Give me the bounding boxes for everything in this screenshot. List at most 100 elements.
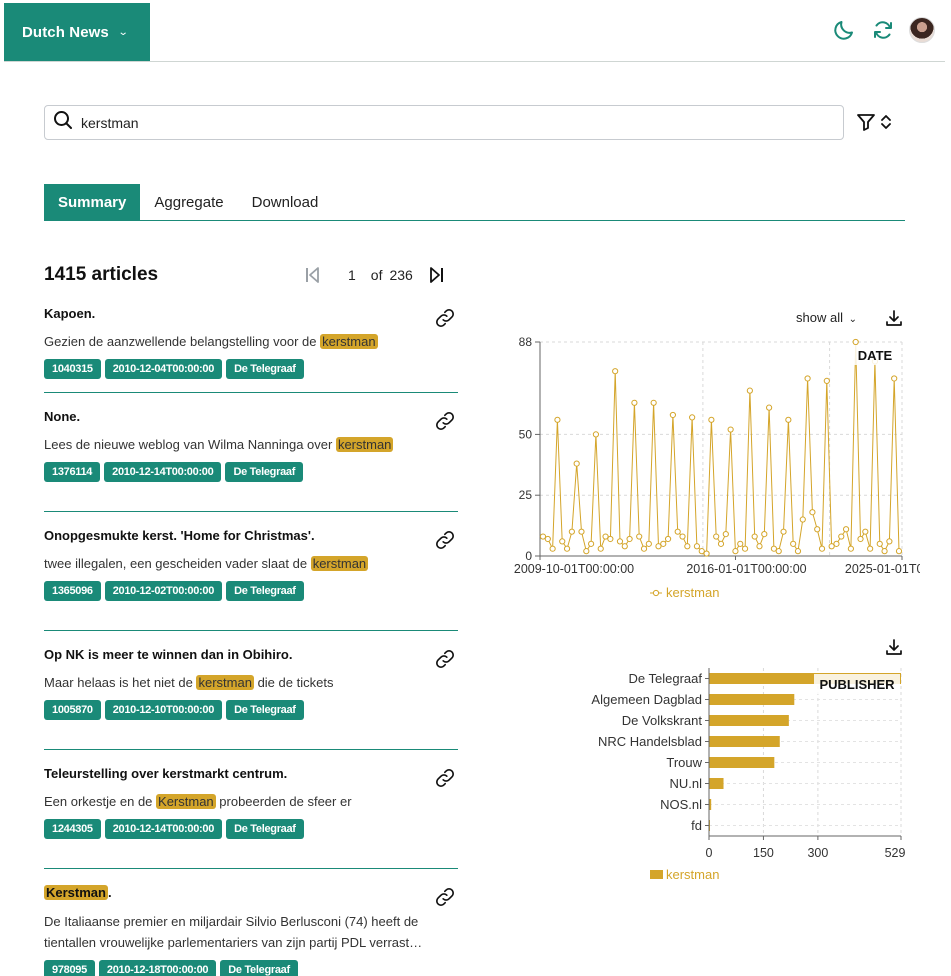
- data-point: [621, 543, 628, 550]
- tab-summary[interactable]: Summary: [44, 184, 141, 220]
- article-id-badge[interactable]: 1040315: [44, 359, 101, 379]
- data-point: [818, 545, 826, 552]
- data-point: [842, 526, 850, 533]
- data-point: [895, 548, 903, 555]
- data-point: [867, 545, 874, 552]
- data-point: [761, 531, 768, 538]
- x-tick-label: 0: [706, 846, 713, 860]
- data-point: [693, 543, 701, 550]
- article-id-badge[interactable]: 1244305: [44, 819, 101, 839]
- avatar[interactable]: [909, 17, 935, 43]
- article-date-badge[interactable]: 2010-12-14T00:00:00: [104, 462, 222, 482]
- bar: [709, 715, 789, 726]
- snippet-text: die de tickets: [253, 675, 334, 690]
- article-id-badge[interactable]: 1005870: [44, 700, 101, 720]
- link-icon[interactable]: [434, 410, 456, 437]
- article-tags: 1376114 2010-12-14T00:00:00 De Telegraaf: [44, 462, 458, 482]
- sort-icon[interactable]: [880, 112, 892, 137]
- refresh-icon[interactable]: [870, 17, 896, 43]
- snippet-text: Lees de nieuwe weblog van Wilma Nanninga…: [44, 437, 336, 452]
- data-point: [660, 540, 667, 547]
- data-point: [578, 528, 585, 535]
- article-date-badge[interactable]: 2010-12-14T00:00:00: [104, 819, 223, 839]
- article-publisher-badge[interactable]: De Telegraaf: [225, 462, 304, 482]
- search-bar: [44, 105, 844, 140]
- list-item[interactable]: Teleurstelling over kerstmarkt centrum. E…: [44, 765, 458, 869]
- x-tick-label: 300: [807, 846, 828, 860]
- article-title[interactable]: Op NK is meer te winnen dan in Obihiro.: [44, 646, 458, 664]
- article-date-badge[interactable]: 2010-12-10T00:00:00: [104, 700, 223, 720]
- list-item[interactable]: None. Lees de nieuwe weblog van Wilma Nan…: [44, 408, 458, 512]
- data-point: [549, 545, 556, 552]
- list-item[interactable]: Kerstman. De Italiaanse premier en miljar…: [44, 884, 458, 976]
- article-id-badge[interactable]: 978095: [44, 960, 95, 976]
- link-icon[interactable]: [434, 307, 456, 334]
- article-publisher-badge[interactable]: De Telegraaf: [226, 819, 304, 839]
- show-all-dropdown[interactable]: show all ⌄: [796, 310, 857, 325]
- search-input[interactable]: [81, 114, 781, 131]
- article-publisher-badge[interactable]: De Telegraaf: [226, 359, 304, 379]
- snippet-text: De Italiaanse premier en miljardair Silv…: [44, 914, 423, 950]
- title-text: .: [107, 885, 112, 900]
- tab-download[interactable]: Download: [238, 184, 333, 220]
- link-icon[interactable]: [434, 767, 456, 794]
- data-point: [679, 533, 686, 540]
- article-id-badge[interactable]: 1365096: [44, 581, 101, 601]
- dataset-selector-label: Dutch News: [22, 23, 109, 41]
- article-publisher-badge[interactable]: De Telegraaf: [220, 960, 298, 976]
- legend-label: kerstman: [666, 867, 719, 882]
- snippet-text: Gezien de aanzwellende belangstelling vo…: [44, 334, 321, 349]
- list-item[interactable]: Onopgesmukte kerst. 'Home for Christmas'…: [44, 527, 458, 631]
- view-tabs: Summary Aggregate Download: [44, 184, 905, 221]
- article-publisher-badge[interactable]: De Telegraaf: [226, 700, 304, 720]
- data-point: [631, 399, 638, 406]
- data-point: [650, 399, 657, 406]
- article-id-badge[interactable]: 1376114: [44, 462, 101, 482]
- article-title[interactable]: Kerstman.: [44, 884, 458, 902]
- article-title[interactable]: Teleurstelling over kerstmarkt centrum.: [44, 765, 458, 783]
- link-icon[interactable]: [434, 886, 456, 913]
- data-point: [746, 387, 753, 394]
- current-page[interactable]: 1: [348, 267, 356, 283]
- show-all-label: show all: [796, 310, 843, 325]
- moon-icon[interactable]: [831, 17, 857, 43]
- link-icon[interactable]: [434, 529, 456, 556]
- snippet-text: twee illegalen, een gescheiden vader sla…: [44, 556, 311, 571]
- y-tick-label: 50: [519, 427, 533, 441]
- pager: 1 of 236: [304, 264, 445, 286]
- data-point: [741, 545, 749, 552]
- article-title[interactable]: Kapoen.: [44, 305, 458, 323]
- list-item[interactable]: Kapoen. Gezien de aanzwellende belangstel…: [44, 305, 458, 393]
- legend-label: kerstman: [666, 585, 719, 600]
- data-point: [814, 526, 821, 533]
- tab-aggregate[interactable]: Aggregate: [140, 184, 237, 220]
- data-point: [563, 545, 571, 552]
- data-point: [583, 548, 590, 555]
- y-tick-label: NRC Handelsblad: [598, 734, 702, 749]
- data-point: [857, 535, 864, 543]
- article-snippet: twee illegalen, een gescheiden vader sla…: [44, 554, 458, 574]
- article-tags: 1040315 2010-12-04T00:00:00 De Telegraaf: [44, 359, 458, 379]
- chart-title: DATE: [858, 348, 893, 363]
- highlight: Kerstman: [44, 885, 108, 900]
- y-tick-label: 0: [525, 549, 532, 563]
- first-page-icon[interactable]: [304, 266, 324, 284]
- list-item[interactable]: Op NK is meer te winnen dan in Obihiro. M…: [44, 646, 458, 750]
- data-point: [732, 548, 739, 555]
- last-page-icon[interactable]: [427, 266, 445, 284]
- download-icon[interactable]: [884, 637, 904, 662]
- article-date-badge[interactable]: 2010-12-18T00:00:00: [98, 960, 217, 976]
- article-date-badge[interactable]: 2010-12-02T00:00:00: [104, 581, 223, 601]
- article-date-badge[interactable]: 2010-12-04T00:00:00: [104, 359, 223, 379]
- data-point: [775, 548, 782, 555]
- article-publisher-badge[interactable]: De Telegraaf: [226, 581, 304, 601]
- chevron-down-icon: ⌄: [117, 26, 129, 38]
- legend-swatch: [650, 870, 663, 879]
- link-icon[interactable]: [434, 648, 456, 675]
- data-point: [626, 535, 633, 543]
- dataset-selector[interactable]: Dutch News ⌄: [4, 3, 150, 61]
- data-point: [703, 550, 710, 557]
- article-title[interactable]: Onopgesmukte kerst. 'Home for Christmas'…: [44, 527, 458, 545]
- filter-icon[interactable]: [856, 112, 876, 137]
- article-title[interactable]: None.: [44, 408, 458, 426]
